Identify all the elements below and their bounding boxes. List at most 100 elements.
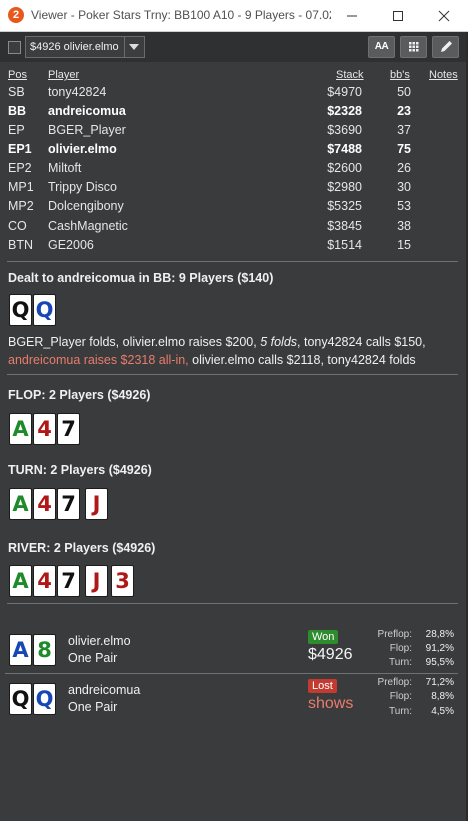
playing-card: Q — [33, 294, 56, 326]
card-rank: 4 — [37, 417, 52, 441]
player-stack: $2328 — [327, 104, 362, 118]
turn-title: TURN: 2 Players ($4926) — [8, 463, 152, 477]
maximize-button[interactable] — [376, 0, 420, 32]
result-divider — [5, 673, 458, 674]
player-pos: SB — [8, 85, 25, 99]
board-cards: A 4 7 J 3 — [9, 565, 135, 597]
playing-card: J — [85, 565, 108, 597]
grid-icon — [409, 42, 419, 52]
close-button[interactable] — [422, 0, 466, 32]
result-row-winner: A 8 olivier.elmo One Pair Won $4926 Pref… — [0, 628, 468, 673]
card-rank: A — [12, 569, 29, 593]
player-name: CashMagnetic — [48, 219, 128, 233]
player-row[interactable]: SB tony42824 $4970 50 — [0, 83, 468, 102]
playing-card: A — [9, 413, 32, 445]
equity-label: Preflop: — [377, 629, 412, 640]
player-pos: MP2 — [8, 199, 34, 213]
toolbar: $4926 olivier.elmo AA — [0, 32, 468, 62]
playing-card: 3 — [111, 565, 134, 597]
player-stack: $7488 — [327, 142, 362, 156]
preflop-actions: BGER_Player folds, olivier.elmo raises $… — [8, 333, 460, 369]
action-text: BGER_Player folds, olivier.elmo raises $… — [8, 335, 261, 349]
player-stack: $3690 — [327, 123, 362, 137]
player-bbs: 30 — [397, 180, 411, 194]
player-bbs: 15 — [397, 238, 411, 252]
edit-button[interactable] — [432, 36, 459, 58]
card-rank: A — [12, 417, 29, 441]
playing-card: A — [9, 565, 32, 597]
card-rank: J — [92, 569, 101, 593]
dropdown-arrow-button[interactable] — [124, 37, 144, 57]
player-name: olivier.elmo — [48, 142, 117, 156]
equity-label: Flop: — [389, 691, 412, 702]
font-size-button[interactable]: AA — [368, 36, 395, 58]
playing-card: Q — [33, 683, 56, 715]
player-bbs: 38 — [397, 219, 411, 233]
result-amount: shows — [308, 695, 354, 712]
card-rank: A — [12, 638, 29, 662]
select-checkbox[interactable] — [8, 41, 21, 54]
player-row[interactable]: EP BGER_Player $3690 37 — [0, 121, 468, 140]
equity-value: 4,5% — [431, 706, 454, 717]
player-stack: $1514 — [327, 238, 362, 252]
player-stack: $4970 — [327, 85, 362, 99]
app-logo-icon: 2 — [8, 7, 24, 23]
equity-label: Turn: — [389, 657, 412, 668]
player-row[interactable]: CO CashMagnetic $3845 38 — [0, 217, 468, 236]
equity-value: 91,2% — [425, 643, 454, 654]
result-row-loser: Q Q andreicomua One Pair Lost shows Pref… — [0, 677, 468, 722]
equity-value: 8,8% — [431, 691, 454, 702]
playing-card: 7 — [57, 565, 80, 597]
card-rank: Q — [11, 298, 30, 322]
result-player-name: andreicomua — [68, 683, 141, 697]
section-divider — [7, 261, 458, 262]
player-bbs: 37 — [397, 123, 411, 137]
card-rank: Q — [11, 687, 30, 711]
minimize-button[interactable] — [330, 0, 374, 32]
playing-card: 8 — [33, 634, 56, 666]
header-player[interactable]: Player — [48, 69, 79, 81]
card-rank: 4 — [37, 569, 52, 593]
player-row[interactable]: BB andreicomua $2328 23 — [0, 102, 468, 121]
section-divider — [7, 374, 458, 375]
grid-view-button[interactable] — [400, 36, 427, 58]
playing-card: J — [85, 488, 108, 520]
equity-value: 71,2% — [425, 677, 454, 688]
player-stack: $3845 — [327, 219, 362, 233]
playing-card: A — [9, 488, 32, 520]
showdown-cards: Q Q — [9, 683, 59, 715]
playing-card: 7 — [57, 488, 80, 520]
card-rank: Q — [35, 298, 54, 322]
board-cards: A 4 7 — [9, 413, 83, 445]
player-row[interactable]: MP1 Trippy Disco $2980 30 — [0, 178, 468, 197]
card-rank: 4 — [37, 492, 52, 516]
pencil-icon — [441, 41, 452, 52]
hand-select-value: $4926 olivier.elmo — [30, 41, 119, 53]
won-badge: Won — [308, 630, 339, 644]
player-name: andreicomua — [48, 104, 126, 118]
chevron-down-icon — [129, 44, 139, 50]
player-row[interactable]: BTN GE2006 $1514 15 — [0, 236, 468, 255]
player-row[interactable]: MP2 Dolcengibony $5325 53 — [0, 197, 468, 216]
playing-card: 4 — [33, 413, 56, 445]
player-pos: EP2 — [8, 161, 32, 175]
header-stack[interactable]: Stack — [336, 69, 364, 81]
player-row[interactable]: EP1 olivier.elmo $7488 75 — [0, 140, 468, 159]
player-bbs: 50 — [397, 85, 411, 99]
playing-card: 4 — [33, 565, 56, 597]
header-pos[interactable]: Pos — [8, 69, 27, 81]
window-title: Viewer - Poker Stars Trny: BB100 A10 - 9… — [31, 8, 331, 22]
playing-card: Q — [9, 683, 32, 715]
playing-card: Q — [9, 294, 32, 326]
player-bbs: 53 — [397, 199, 411, 213]
player-bbs: 75 — [397, 142, 411, 156]
header-bbs[interactable]: bb's — [390, 69, 410, 81]
header-notes[interactable]: Notes — [429, 69, 458, 81]
equity-label: Turn: — [389, 706, 412, 717]
hero-action-text: andreicomua raises $2318 all-in, — [8, 353, 189, 367]
player-pos: BTN — [8, 238, 33, 252]
player-name: Miltoft — [48, 161, 82, 175]
action-text: , tony42824 calls $150, — [297, 335, 426, 349]
player-row[interactable]: EP2 Miltoft $2600 26 — [0, 159, 468, 178]
card-rank: A — [12, 492, 29, 516]
